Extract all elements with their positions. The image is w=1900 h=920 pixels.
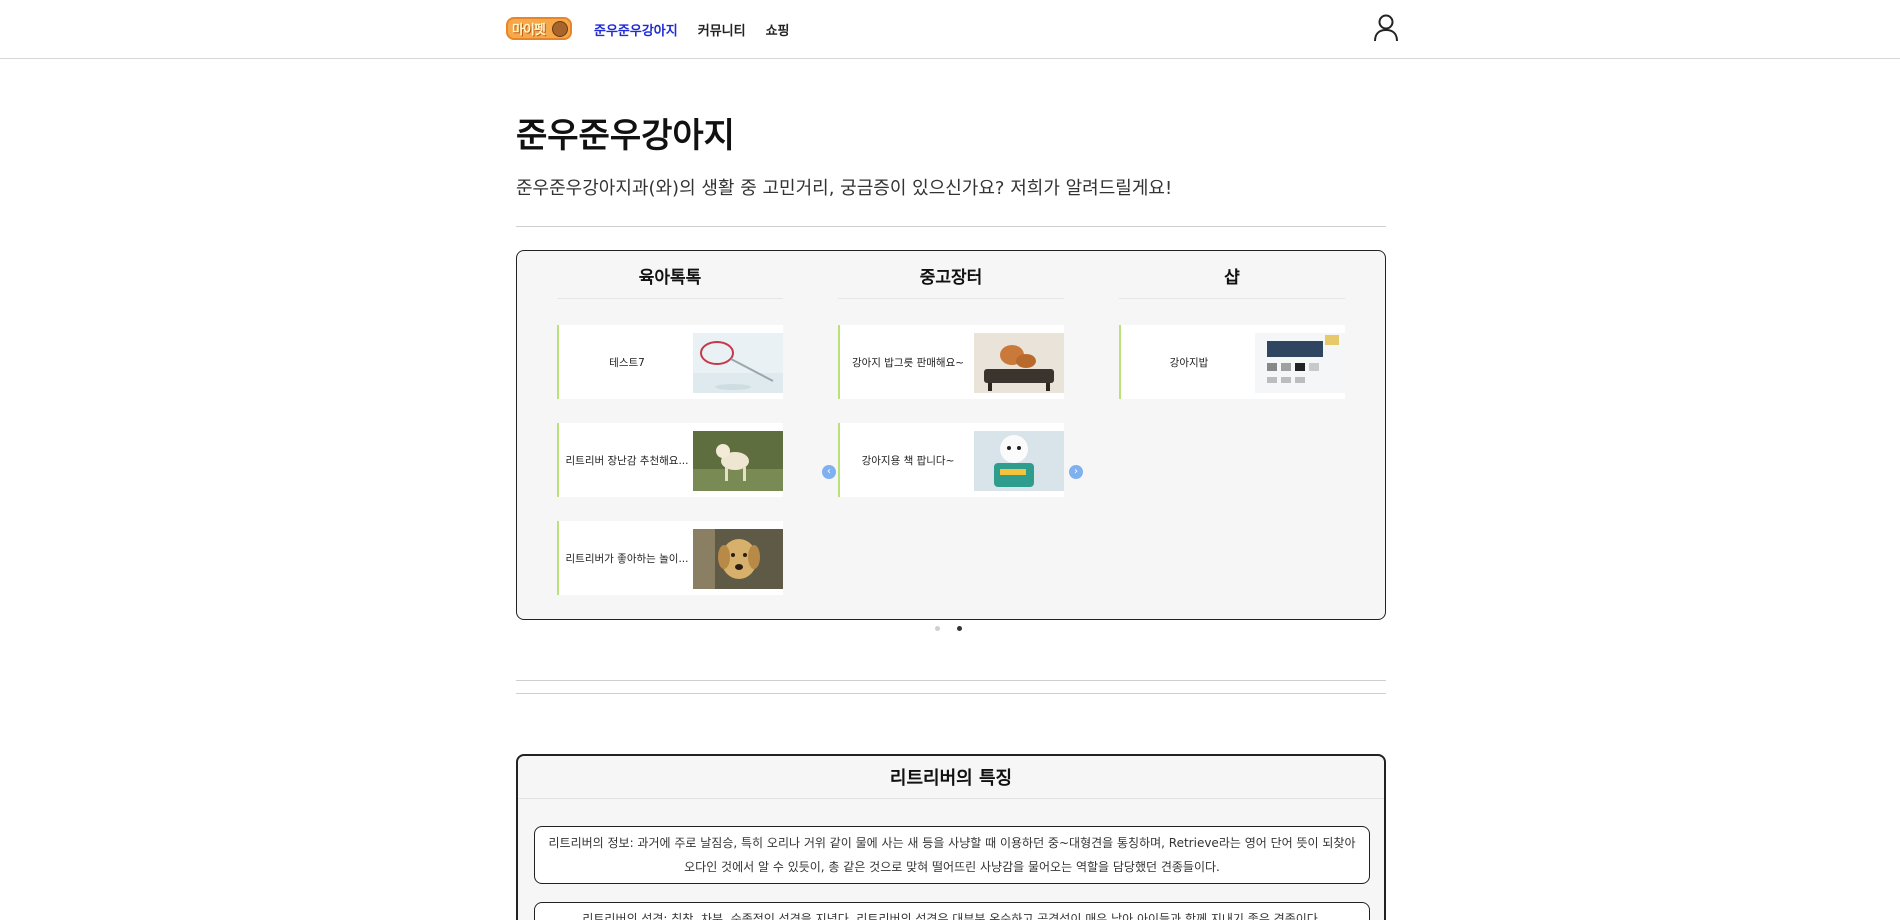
nav-item-community[interactable]: 커뮤니티 <box>698 20 746 39</box>
column-divider <box>557 298 783 299</box>
pagination-dot-active[interactable] <box>957 626 962 631</box>
post-title: 강아지밥 <box>1169 356 1209 369</box>
chevron-right-icon[interactable]: › <box>1069 465 1083 479</box>
brand-logo[interactable]: 마이펫 <box>506 17 572 40</box>
divider <box>516 693 1386 694</box>
board-carousel: 육아톡톡 테스트7 리트리버 장난감 추천해요... 리트리버가 좋아하는 놀이… <box>516 250 1386 620</box>
breed-personality-box: 리트리버의 성격: 침착, 차분, 순종적인 성격을 지녔다. 리트리버의 성격… <box>534 902 1370 920</box>
chevron-left-icon[interactable]: ‹ <box>822 465 836 479</box>
board-column-shop: 샵 강아지밥 <box>1119 251 1345 619</box>
dog-lawn-thumbnail <box>693 431 783 491</box>
column-title: 육아톡톡 <box>638 268 702 288</box>
column-title: 샵 <box>1224 268 1240 288</box>
dog-face-icon <box>552 21 568 37</box>
breed-info-box: 리트리버의 정보: 과거에 주로 날짐승, 특히 오리나 거위 같이 물에 사는… <box>534 826 1370 884</box>
breed-info-section: 리트리버의 특징 리트리버의 정보: 과거에 주로 날짐승, 특히 오리나 거위… <box>516 754 1386 920</box>
column-divider <box>838 298 1064 299</box>
post-card[interactable]: 강아지용 책 팝니다~ <box>838 423 1064 497</box>
post-title: 강아지 밥그릇 판매해요~ <box>851 356 965 369</box>
user-icon[interactable] <box>1373 14 1399 42</box>
carousel-pagination <box>935 626 962 631</box>
column-title: 중고장터 <box>919 268 983 288</box>
divider <box>516 226 1386 227</box>
post-card[interactable]: 강아지 밥그릇 판매해요~ <box>838 325 1064 399</box>
post-card[interactable]: 리트리버가 좋아하는 놀이... <box>557 521 783 595</box>
golden-retriever-thumbnail <box>693 529 783 589</box>
section-divider <box>518 798 1384 799</box>
post-card[interactable]: 강아지밥 <box>1119 325 1345 399</box>
white-puppy-thumbnail <box>974 431 1064 491</box>
page-title: 준우준우강아지 <box>516 116 735 156</box>
badminton-racket-thumbnail <box>693 333 783 393</box>
nav-item-shopping[interactable]: 쇼핑 <box>766 20 790 39</box>
post-title: 강아지용 책 팝니다~ <box>861 454 955 467</box>
board-column-marketplace: 중고장터 강아지 밥그릇 판매해요~ 강아지용 책 팝니다~ <box>838 251 1064 619</box>
dog-bowl-thumbnail <box>974 333 1064 393</box>
pagination-dot[interactable] <box>935 626 940 631</box>
divider <box>516 680 1386 681</box>
post-title: 리트리버가 좋아하는 놀이... <box>565 552 689 565</box>
post-card[interactable]: 리트리버 장난감 추천해요... <box>557 423 783 497</box>
top-header: 마이펫 준우준우강아지 커뮤니티 쇼핑 <box>0 0 1900 59</box>
nav-item-my-dog[interactable]: 준우준우강아지 <box>594 20 678 39</box>
column-divider <box>1119 298 1345 299</box>
page-subtitle: 준우준우강아지과(와)의 생활 중 고민거리, 궁금증이 있으신가요? 저희가 … <box>516 178 1173 199</box>
shop-screenshot-thumbnail <box>1255 333 1345 393</box>
board-column-parenting: 육아톡톡 테스트7 리트리버 장난감 추천해요... 리트리버가 좋아하는 놀이… <box>557 251 783 619</box>
post-card[interactable]: 테스트7 <box>557 325 783 399</box>
section-title: 리트리버의 특징 <box>889 768 1013 789</box>
post-title: 테스트7 <box>609 356 645 369</box>
main-nav: 준우준우강아지 커뮤니티 쇼핑 <box>594 20 790 39</box>
logo-text: 마이펫 <box>512 23 546 38</box>
post-title: 리트리버 장난감 추천해요... <box>565 454 689 467</box>
